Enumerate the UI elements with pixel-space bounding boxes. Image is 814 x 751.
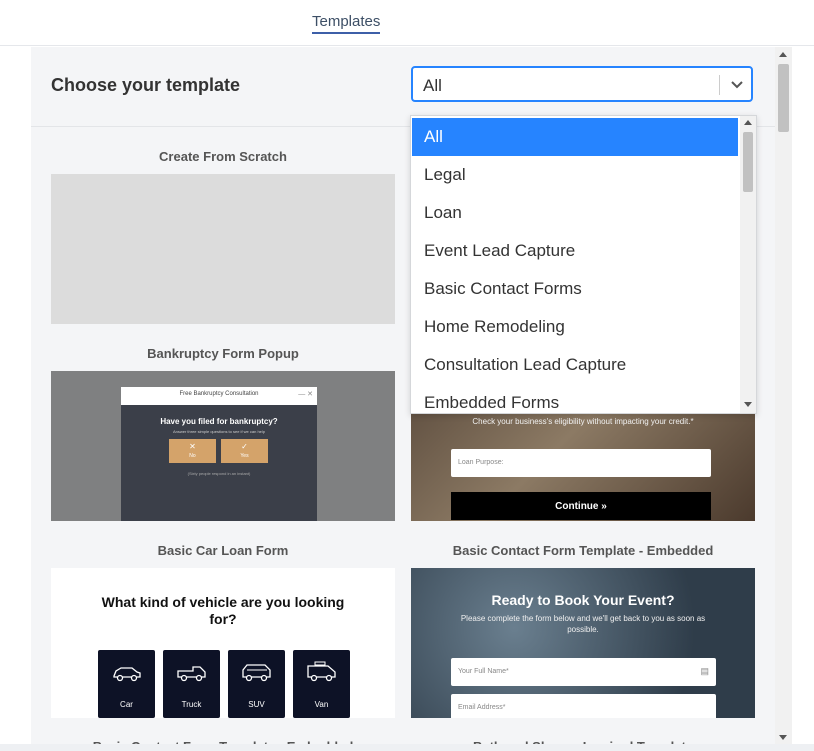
email-placeholder: Email Address* — [458, 704, 506, 711]
page-scrollbar[interactable] — [775, 47, 792, 751]
card-title-contact-embedded: Basic Contact Form Template - Embedded — [452, 543, 714, 558]
dropdown-option-consultation-lead-capture[interactable]: Consultation Lead Capture — [412, 346, 738, 384]
check-icon: ✓ — [241, 442, 248, 451]
dropdown-option-loan[interactable]: Loan — [412, 194, 738, 232]
page-title: Choose your template — [51, 75, 241, 95]
vehicle-option-van: Van — [293, 650, 350, 718]
suv-icon — [242, 664, 271, 682]
dropdown-option-legal[interactable]: Legal — [412, 156, 738, 194]
car-question: What kind of vehicle are you looking for… — [101, 594, 345, 627]
btn-no-label: No — [189, 453, 196, 459]
page-scrollbar-thumb[interactable] — [778, 64, 789, 132]
dropdown-option-home-remodeling[interactable]: Home Remodeling — [412, 308, 738, 346]
van-icon — [307, 661, 336, 682]
loan-tagline: Check your business's eligibility withou… — [472, 417, 694, 426]
event-subtext: Please complete the form below and we'll… — [460, 614, 706, 634]
category-select[interactable]: All — [411, 66, 753, 102]
email-field: Email Address* — [451, 694, 716, 718]
vehicle-label-car: Car — [120, 700, 133, 709]
x-icon: ✕ — [189, 442, 196, 451]
tab-templates[interactable]: Templates — [312, 13, 381, 34]
vehicle-option-car: Car — [98, 650, 155, 718]
loan-purpose-field: Loan Purpose: — [451, 449, 711, 477]
popup-window: Free Bankruptcy Consultation — ✕ Have yo… — [121, 387, 317, 521]
select-separator — [719, 75, 720, 95]
dropdown-option-basic-contact-forms[interactable]: Basic Contact Forms — [412, 270, 738, 308]
select-value: All — [423, 76, 442, 95]
popup-titlebar: Free Bankruptcy Consultation — ✕ — [121, 387, 317, 405]
popup-title: Free Bankruptcy Consultation — [179, 391, 259, 397]
contact-embedded-thumbnail[interactable]: Ready to Book Your Event? Please complet… — [411, 568, 755, 718]
id-card-icon: ▤ — [700, 666, 709, 676]
category-dropdown-menu: All Legal Loan Event Lead Capture Basic … — [410, 115, 757, 414]
popup-subtext: Answer three simple questions to see if … — [172, 429, 266, 434]
full-name-placeholder: Your Full Name* — [458, 668, 509, 675]
full-name-field: Your Full Name* ▤ — [451, 658, 716, 686]
dropdown-option-event-lead-capture[interactable]: Event Lead Capture — [412, 232, 738, 270]
vehicle-label-van: Van — [314, 700, 329, 709]
vehicle-option-suv: SUV — [228, 650, 285, 718]
close-icon: — ✕ — [298, 391, 313, 398]
popup-footer: (Sixty people respond in an instant) — [187, 471, 251, 476]
dropdown-scrollbar[interactable] — [740, 116, 756, 413]
vehicle-label-suv: SUV — [248, 700, 265, 709]
dropdown-scroll-up-icon[interactable] — [744, 120, 752, 125]
btn-no: ✕ No — [169, 439, 216, 463]
dropdown-option-embedded-forms[interactable]: Embedded Forms — [412, 384, 738, 413]
vehicle-option-truck: Truck — [163, 650, 220, 718]
chevron-down-icon[interactable] — [725, 74, 749, 96]
popup-question: Have you filed for bankruptcy? — [160, 417, 278, 426]
card-title-bankruptcy: Bankruptcy Form Popup — [147, 346, 299, 361]
continue-label: Continue » — [555, 501, 607, 512]
continue-button: Continue » — [451, 492, 711, 520]
scroll-down-icon[interactable] — [779, 735, 787, 740]
bankruptcy-thumbnail[interactable]: Free Bankruptcy Consultation — ✕ Have yo… — [51, 371, 395, 521]
dropdown-scroll-down-icon[interactable] — [744, 402, 752, 407]
btn-yes-label: Yes — [240, 453, 249, 459]
loan-purpose-placeholder: Loan Purpose: — [458, 459, 504, 466]
card-title-car-loan: Basic Car Loan Form — [157, 543, 289, 558]
dropdown-scrollbar-thumb[interactable] — [743, 132, 753, 192]
dropdown-option-all[interactable]: All — [412, 118, 738, 156]
car-icon — [113, 667, 141, 682]
scroll-up-icon[interactable] — [779, 52, 787, 57]
card-title-scratch: Create From Scratch — [159, 149, 287, 164]
top-tab-bar: Templates — [0, 0, 814, 46]
truck-icon — [177, 666, 206, 682]
bottom-strip — [0, 744, 814, 751]
vehicle-label-truck: Truck — [181, 700, 202, 709]
btn-yes: ✓ Yes — [221, 439, 268, 463]
car-loan-thumbnail[interactable]: What kind of vehicle are you looking for… — [51, 568, 395, 718]
event-heading: Ready to Book Your Event? — [491, 592, 675, 608]
scratch-thumbnail[interactable] — [51, 174, 395, 324]
